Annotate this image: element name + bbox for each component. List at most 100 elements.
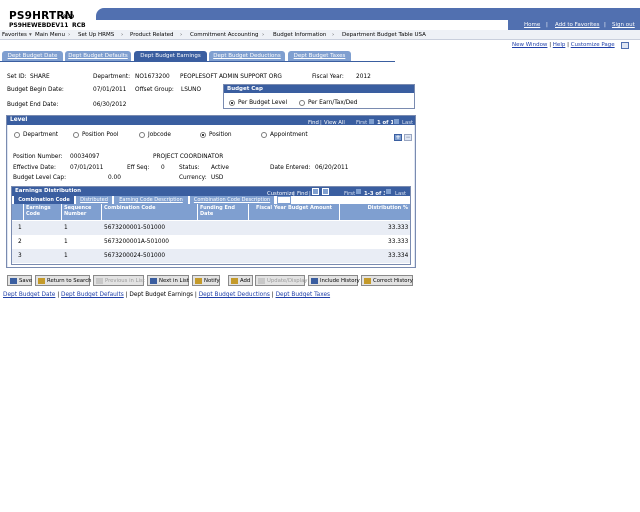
arrow-up-icon — [96, 278, 103, 284]
page-help-icon[interactable] — [621, 42, 629, 49]
tab-dept-budget-earnings[interactable]: Dept Budget Earnings — [134, 51, 207, 61]
breadcrumb-product-related[interactable]: Product Related — [130, 32, 174, 38]
tab-dept-budget-date[interactable]: Dept Budget Date — [2, 51, 63, 61]
return-to-search-button[interactable]: Return to Search — [35, 275, 91, 286]
server-name: PS9HEWEBDEV11 — [9, 22, 69, 29]
correct-history-button[interactable]: Correct History — [361, 275, 413, 286]
add-row-icon[interactable]: + — [394, 134, 402, 141]
position-number-label: Position Number: — [13, 154, 63, 160]
column-header-row-number — [12, 204, 24, 220]
tab-dept-budget-taxes[interactable]: Dept Budget Taxes — [288, 51, 351, 61]
table-row[interactable]: 1 1 5673200001-501000 33.333 — [12, 221, 410, 235]
download-icon[interactable] — [322, 188, 329, 195]
previous-in-list-button[interactable]: Previous in List — [93, 275, 145, 286]
new-window-link[interactable]: New Window — [512, 42, 547, 48]
delete-row-icon[interactable]: − — [404, 134, 412, 141]
history-icon — [311, 278, 318, 284]
fiscal-year-value: 2012 — [356, 74, 371, 80]
breadcrumb-commitment-accounting[interactable]: Commitment Accounting — [190, 32, 258, 38]
department-label: Department: — [93, 74, 131, 80]
breadcrumb-budget-information[interactable]: Budget Information — [273, 32, 326, 38]
level-title: Level — [7, 116, 415, 125]
chevron-right-icon: › — [180, 32, 183, 38]
row-number: 3 — [18, 253, 22, 259]
separator: | — [546, 22, 548, 28]
table-row[interactable]: 2 1 5673200001A-501000 33.333 — [12, 235, 410, 249]
tab-distributed[interactable]: Distributed — [76, 196, 112, 204]
tab-combination-code[interactable]: Combination Code — [14, 196, 74, 204]
tab-dept-budget-defaults[interactable]: Dept Budget Defaults — [65, 51, 131, 61]
column-header-distribution-pct[interactable]: Distribution % — [340, 204, 410, 220]
tab-dept-budget-deductions[interactable]: Dept Budget Deductions — [209, 51, 285, 61]
combination-code-cell: 5673200024-501000 — [104, 253, 166, 259]
previous-row-icon[interactable] — [368, 118, 375, 125]
breadcrumb-main-menu[interactable]: Main Menu — [35, 32, 65, 38]
per-earn-tax-ded-radio[interactable] — [299, 100, 305, 106]
budget-end-value: 06/30/2012 — [93, 102, 127, 108]
add-favorites-link[interactable]: Add to Favorites — [555, 22, 600, 28]
department-name: PEOPLESOFT ADMIN SUPPORT ORG — [180, 74, 282, 80]
level-jobcode-radio[interactable] — [139, 132, 145, 138]
view-all-icon[interactable] — [312, 188, 319, 195]
tab-underline — [0, 61, 395, 62]
level-position-radio[interactable] — [200, 132, 206, 138]
show-all-columns-icon[interactable] — [277, 196, 291, 204]
breadcrumb-setup-hrms[interactable]: Set Up HRMS — [78, 32, 114, 38]
save-icon — [10, 278, 17, 284]
distribution-pct-cell: 33.333 — [388, 239, 409, 245]
eff-seq-label: Eff Seq: — [127, 165, 150, 171]
budget-level-cap-value: 0.00 — [108, 175, 121, 181]
breadcrumb-dept-budget-table[interactable]: Department Budget Table USA — [342, 32, 426, 38]
home-link[interactable]: Home — [524, 22, 540, 28]
table-row[interactable]: 3 1 5673200024-501000 33.334 — [12, 249, 410, 263]
level-position-pool-radio[interactable] — [73, 132, 79, 138]
return-icon — [38, 278, 45, 284]
separator: | — [604, 22, 606, 28]
position-title: PROJECT COORDINATOR — [153, 154, 224, 160]
column-header-sequence-number[interactable]: Sequence Number — [62, 204, 102, 220]
include-history-button[interactable]: Include History — [308, 275, 360, 286]
column-header-combination-code[interactable]: Combination Code — [102, 204, 198, 220]
sequence-number-cell: 1 — [64, 253, 68, 259]
level-appointment-label: Appointment — [270, 132, 308, 138]
currency-label: Currency: — [179, 175, 207, 181]
chevron-down-icon[interactable]: ▾ — [29, 32, 32, 38]
notify-button[interactable]: Notify — [192, 275, 220, 286]
bottom-link-dept-budget-taxes[interactable]: Dept Budget Taxes — [276, 292, 331, 298]
bottom-link-dept-budget-date[interactable]: Dept Budget Date — [3, 292, 55, 298]
per-budget-level-radio[interactable] — [229, 100, 235, 106]
add-button[interactable]: Add — [228, 275, 253, 286]
distribution-pct-cell: 33.334 — [388, 253, 409, 259]
column-header-fy-budget-amount[interactable]: Fiscal Year Budget Amount — [249, 204, 340, 220]
column-header-funding-end-date[interactable]: Funding End Date — [198, 204, 249, 220]
add-icon — [231, 278, 238, 284]
customize-page-link[interactable]: Customize Page — [571, 42, 615, 48]
status-value: Active — [211, 165, 229, 171]
bottom-link-dept-budget-deductions[interactable]: Dept Budget Deductions — [199, 292, 270, 298]
grid-previous-icon[interactable] — [355, 188, 362, 195]
server-suffix: RCB — [72, 22, 86, 29]
next-in-list-button[interactable]: Next in List — [147, 275, 189, 286]
chevron-right-icon: › — [121, 32, 124, 38]
tab-combination-code-description[interactable]: Combination Code Description — [190, 196, 274, 204]
save-button[interactable]: Save — [7, 275, 32, 286]
budget-begin-value: 07/01/2011 — [93, 87, 127, 93]
column-header-earnings-code[interactable]: Earnings Code — [24, 204, 62, 220]
page-links: New Window | Help | Customize Page — [512, 42, 615, 48]
grid-next-icon[interactable] — [385, 188, 392, 195]
sign-out-link[interactable]: Sign out — [612, 22, 635, 28]
update-display-button[interactable]: Update/Display — [255, 275, 308, 286]
bottom-page-links: Dept Budget Date | Dept Budget Defaults … — [3, 292, 330, 298]
level-department-label: Department — [23, 132, 59, 138]
earnings-distribution-grid: Earnings Distribution Customize | Find |… — [11, 186, 411, 265]
chevron-right-icon: › — [262, 32, 265, 38]
eff-seq-value: 0 — [161, 165, 165, 171]
help-link[interactable]: Help — [553, 42, 566, 48]
level-appointment-radio[interactable] — [261, 132, 267, 138]
per-budget-level-label: Per Budget Level — [238, 100, 288, 106]
breadcrumb-favorites[interactable]: Favorites — [2, 32, 27, 38]
next-row-icon[interactable] — [393, 118, 400, 125]
bottom-link-dept-budget-defaults[interactable]: Dept Budget Defaults — [61, 292, 124, 298]
tab-earning-code-description[interactable]: Earning Code Description — [114, 196, 188, 204]
level-department-radio[interactable] — [14, 132, 20, 138]
